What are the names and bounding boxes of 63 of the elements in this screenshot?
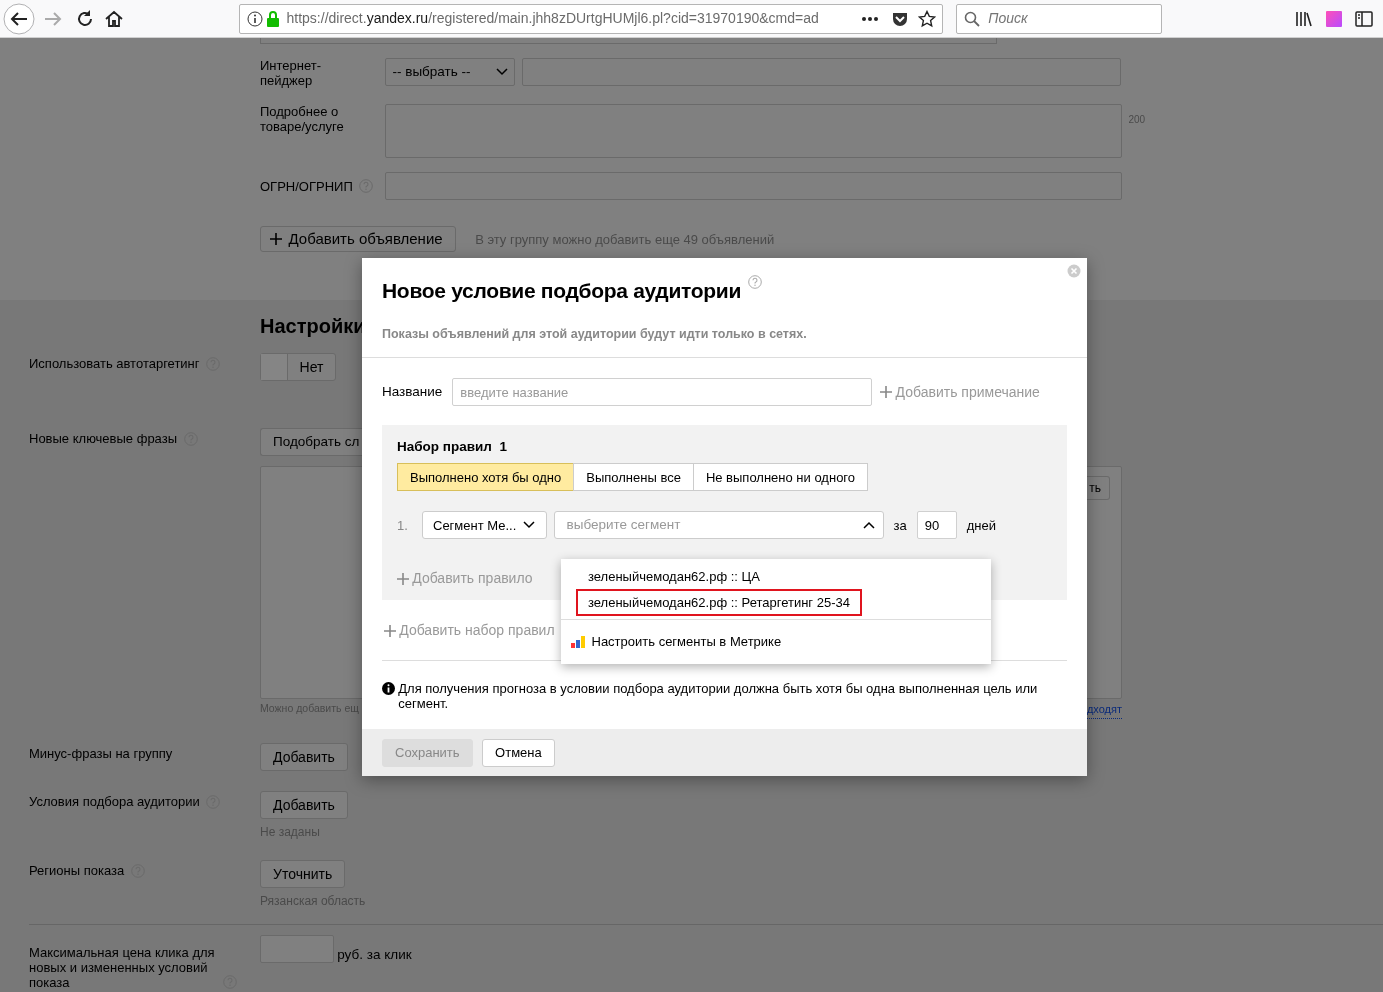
text-field[interactable] (260, 38, 997, 44)
cancel-button[interactable]: Отмена (482, 738, 555, 767)
chevron-down-icon (495, 68, 508, 76)
plus-icon (397, 572, 409, 585)
plus-icon (880, 386, 893, 398)
dialog-title: Новое условие подбора аудитории (382, 278, 741, 304)
search-input[interactable]: Поиск (986, 7, 1137, 30)
field-label: Минус-фразы на группу (29, 745, 173, 762)
ruleset-title: Набор правил 1 (397, 438, 508, 456)
star-icon[interactable] (917, 9, 936, 28)
info-icon[interactable] (246, 10, 263, 27)
pick-keywords-button[interactable]: Подобрать сл (260, 428, 362, 456)
mode-tab[interactable]: Выполнено хотя бы одно (397, 463, 575, 492)
rule-number: 1. (397, 516, 409, 535)
label: дней (966, 516, 996, 535)
field-label: ОГРН/ОГРНИП (260, 178, 353, 194)
more-icon[interactable] (861, 15, 880, 22)
segment-select[interactable]: выберите сегмент (553, 511, 884, 540)
label: за (893, 516, 907, 535)
search-field[interactable]: Поиск (956, 3, 1163, 34)
days-field[interactable]: 90 (916, 511, 957, 540)
toggle-switch[interactable]: Нет (260, 353, 336, 381)
field-label: Максимальная цена клика для новых и измененных условий показа (29, 944, 216, 990)
chevron-down-icon (522, 521, 535, 530)
field-label: Интернет-пейджер (260, 58, 323, 88)
info-icon (382, 682, 395, 695)
metrika-link[interactable]: Настроить сегменты в Метрике (561, 620, 991, 664)
bar-chart-icon (571, 635, 585, 648)
menu-item[interactable]: зеленыйчемодан62.рф :: Ретаргетинг 25-34 (576, 588, 862, 616)
mode-tab[interactable]: Выполнены все (573, 463, 694, 492)
select-field[interactable]: -- выбрать -- (385, 58, 515, 86)
close-icon[interactable] (1067, 264, 1081, 278)
rule-type-select[interactable]: Сегмент Ме... (422, 511, 547, 540)
mode-tab[interactable]: Не выполнено ни одного (692, 463, 869, 492)
sidebar-icon[interactable] (1355, 10, 1374, 27)
address-bar[interactable]: https://direct.yandex.ru/registered/main.jhh8zDUrtgHUMjl6.pl?cid=31970190&cmd=ad (239, 3, 944, 34)
add-button[interactable]: Уточнить (260, 859, 346, 888)
dialog-subtitle: Показы объявлений для этой аудитории будут идти только в сетях. (382, 325, 808, 343)
field-label: Название (382, 382, 443, 401)
theme-icon[interactable] (1326, 10, 1343, 27)
plus-icon (270, 233, 282, 245)
field-label: Условия подбора аудитории (29, 793, 200, 810)
info-text: Для получения прогноза в условии подбора аудитории должна быть хотя бы одна выполненная цель или сегмент. (398, 681, 1039, 711)
unit-label: руб. за клик (337, 945, 412, 964)
menu-item[interactable]: зеленыйчемодан62.рф :: ЦА (576, 565, 772, 589)
add-button[interactable]: Добавить (260, 742, 348, 771)
field-label: Новые ключевые фразы (29, 431, 177, 447)
name-field[interactable]: введите название (452, 378, 873, 406)
field-label: Использовать автотаргетинг (29, 356, 200, 372)
back-icon[interactable] (3, 2, 36, 35)
add-ruleset-link[interactable]: Добавить набор правил (384, 620, 555, 641)
add-note-link[interactable]: Добавить примечание (880, 381, 1040, 403)
url-text[interactable]: https://direct.yandex.ru/registered/main.jhh8zDUrtgHUMjl6.pl?cid=31970190&cmd=ad (286, 8, 850, 29)
library-icon[interactable] (1295, 10, 1314, 27)
search-icon (963, 10, 980, 27)
field-label: Подробнее о товаре/услуге (260, 104, 345, 134)
chevron-up-icon (862, 521, 875, 530)
field-label: Регионы показа (29, 862, 125, 879)
plus-icon (384, 624, 396, 637)
add-button[interactable]: Добавить (260, 790, 348, 819)
section-heading: Настройки (260, 314, 366, 338)
help-icon[interactable] (747, 275, 762, 289)
add-ad-button[interactable]: Добавить объявление (260, 226, 456, 252)
